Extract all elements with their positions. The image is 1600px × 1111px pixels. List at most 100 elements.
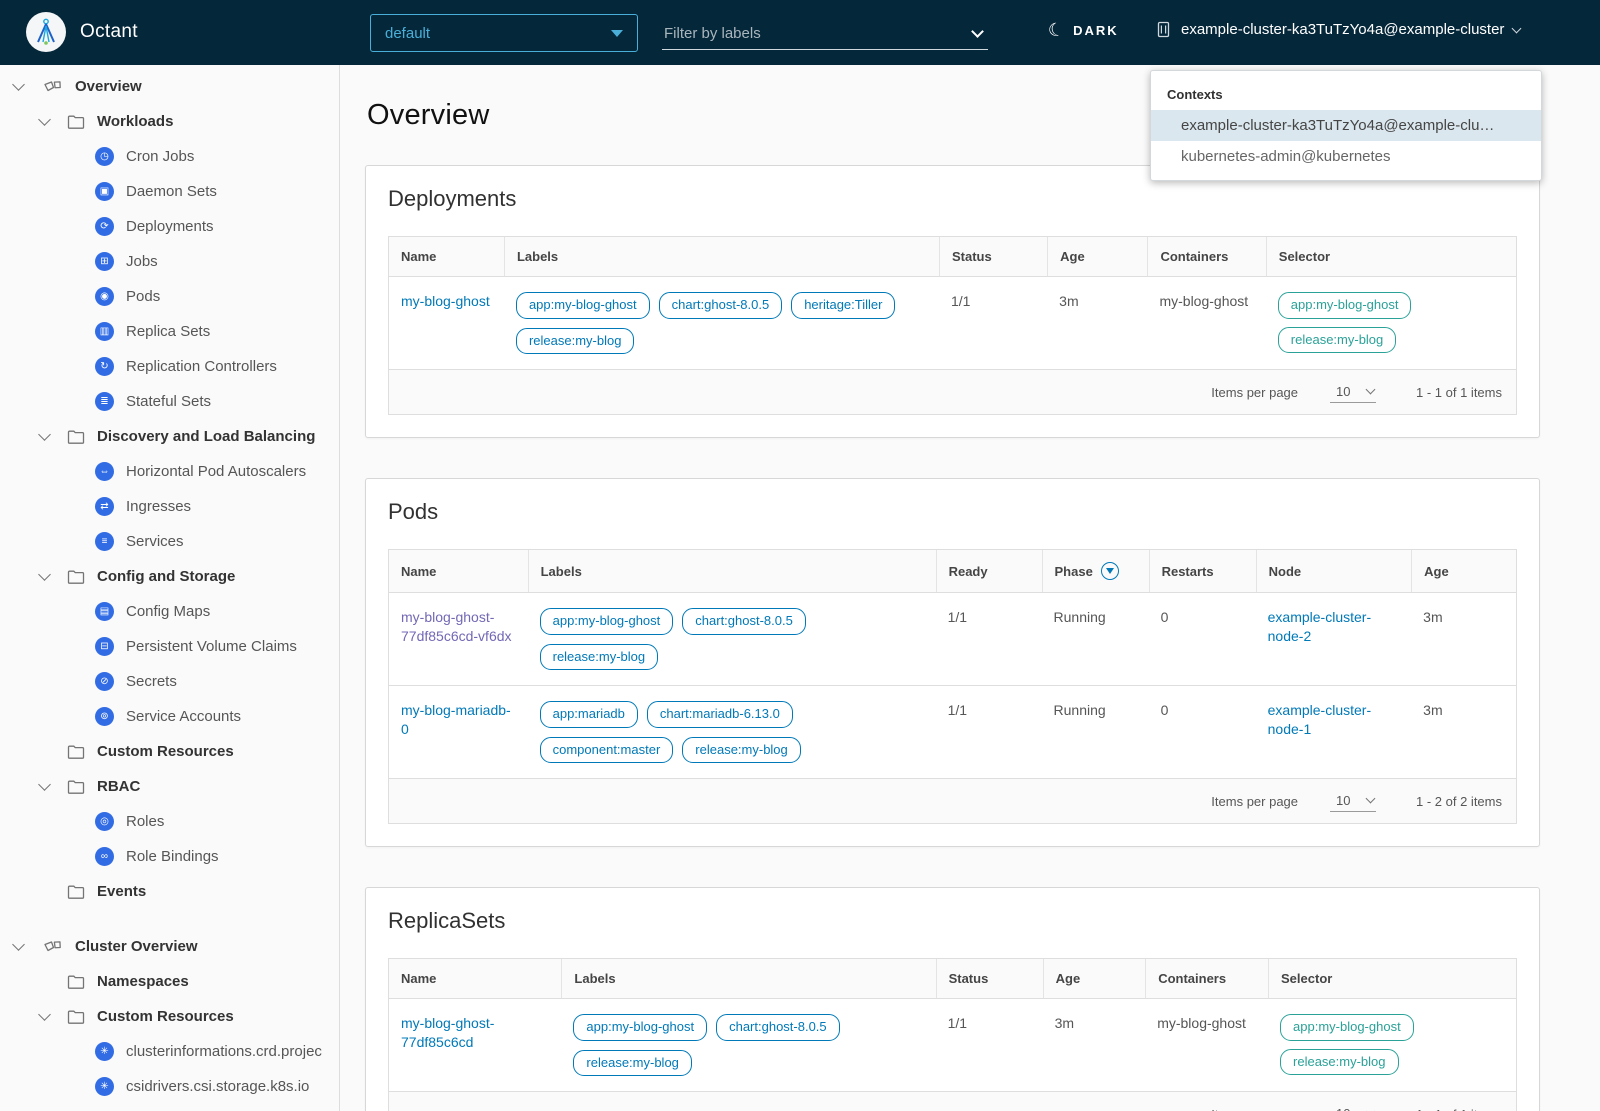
chevron-down-icon[interactable] xyxy=(38,1008,51,1021)
sidebar-item-custom-resources[interactable]: Custom Resources xyxy=(0,999,339,1034)
sidebar-item-cron-jobs[interactable]: ◷ Cron Jobs xyxy=(0,139,339,174)
sidebar-item-label: Replica Sets xyxy=(126,323,211,340)
page-size-select[interactable]: 10 xyxy=(1330,791,1377,812)
theme-toggle-label: DARK xyxy=(1073,22,1119,38)
page-size-select[interactable]: 10 xyxy=(1330,1104,1376,1111)
sidebar-item-deployments[interactable]: ⟳ Deployments xyxy=(0,209,339,244)
caret-down-icon xyxy=(611,29,623,37)
sidebar-item-horizontal-pod-autoscalers[interactable]: ⇔ Horizontal Pod Autoscalers xyxy=(0,454,339,489)
sidebar-item-jobs[interactable]: ⊞ Jobs xyxy=(0,244,339,279)
column-header-labels: Labels xyxy=(503,237,939,276)
chevron-down-icon xyxy=(1365,384,1376,395)
cell-text: 1/1 xyxy=(947,1015,968,1032)
label-pill[interactable]: chart:ghost-8.0.5 xyxy=(716,1014,840,1041)
context-switcher-button[interactable]: example-cluster-ka3TuTzYo4a@example-clus… xyxy=(1155,21,1522,38)
label-pill[interactable]: app:mariadb xyxy=(539,701,638,728)
label-pill[interactable]: release:my-blog xyxy=(539,643,659,671)
deployments-icon: ⟳ xyxy=(95,217,114,236)
page-size-select[interactable]: 10 xyxy=(1330,382,1377,403)
sidebar-item-config-and-storage[interactable]: Config and Storage xyxy=(0,559,339,594)
octant-logo-icon xyxy=(26,12,66,52)
label-pill[interactable]: release:my-blog xyxy=(515,327,635,355)
chevron-down-icon[interactable] xyxy=(12,78,25,91)
filter-by-labels-input[interactable]: Filter by labels xyxy=(662,18,988,50)
resource-link[interactable]: example-cluster-node-1 xyxy=(1268,702,1371,737)
sidebar-item-custom-resources[interactable]: Custom Resources xyxy=(0,734,339,769)
sidebar-item-label: Service Accounts xyxy=(126,708,242,725)
sidebar-item-events[interactable]: Events xyxy=(0,874,339,909)
chevron-down-icon[interactable] xyxy=(38,113,51,126)
sidebar-item-rbac[interactable]: RBAC xyxy=(0,769,339,804)
labels-list: app:mariadb chart:mariadb-6.13.0 component… xyxy=(539,701,924,764)
sidebar-item-ingresses[interactable]: ⇄ Ingresses xyxy=(0,489,339,524)
label-pill[interactable]: app:my-blog-ghost xyxy=(515,292,650,319)
label-pill[interactable]: app:my-blog-ghost xyxy=(539,608,674,635)
sidebar-item-discovery-and-load-balancing[interactable]: Discovery and Load Balancing xyxy=(0,419,339,454)
label-pill[interactable]: chart:ghost-8.0.5 xyxy=(658,292,783,319)
deployments-card: Deployments Name Labels Status Age Containers… xyxy=(365,165,1540,439)
column-header-label: Ready xyxy=(948,563,988,579)
context-option[interactable]: example-cluster-ka3TuTzYo4a@example-clu… xyxy=(1151,110,1541,141)
page-size-value: 10 xyxy=(1336,792,1351,808)
column-header-labels: Labels xyxy=(561,959,935,999)
chevron-down-icon[interactable] xyxy=(38,428,51,441)
context-option[interactable]: kubernetes-admin@kubernetes xyxy=(1151,141,1541,172)
chevron-down-icon[interactable] xyxy=(971,25,984,38)
table-cell: my-blog-ghost xyxy=(389,277,504,369)
theme-toggle-button[interactable]: ☾ DARK xyxy=(1046,19,1119,42)
sidebar-item-pods[interactable]: ◉ Pods xyxy=(0,279,339,314)
jobs-icon: ⊞ xyxy=(95,252,114,271)
namespace-select[interactable]: default xyxy=(370,14,638,52)
sidebar-item-secrets[interactable]: ⊘ Secrets xyxy=(0,664,339,699)
resource-link[interactable]: my-blog-ghost-77df85c6cd xyxy=(401,1015,494,1050)
sidebar-item-overview[interactable]: Overview xyxy=(0,69,339,104)
sidebar-item-csidrivers-csi-storage-k8s-io[interactable]: ✳ csidrivers.csi.storage.k8s.io xyxy=(0,1069,339,1104)
resource-link[interactable]: my-blog-mariadb-0 xyxy=(401,702,511,737)
sidebar-item-clusterinformations-crd-projec[interactable]: ✳ clusterinformations.crd.projec xyxy=(0,1034,339,1069)
chevron-down-icon[interactable] xyxy=(38,568,51,581)
sidebar-item-label: Workloads xyxy=(97,113,174,130)
sidebar-item-replication-controllers[interactable]: ↻ Replication Controllers xyxy=(0,349,339,384)
sidebar-item-workloads[interactable]: Workloads xyxy=(0,104,339,139)
label-pill[interactable]: chart:mariadb-6.13.0 xyxy=(646,701,793,728)
sidebar-item-roles[interactable]: ◎ Roles xyxy=(0,804,339,839)
selector-pill: release:my-blog xyxy=(1280,1048,1399,1076)
column-header-label: Selector xyxy=(1281,971,1333,987)
sidebar-item-namespaces[interactable]: Namespaces xyxy=(0,964,339,999)
sidebar-item-cluster-overview[interactable]: Cluster Overview xyxy=(0,929,339,964)
resource-link[interactable]: my-blog-ghost-77df85c6cd-vf6dx xyxy=(401,609,512,644)
chevron-down-icon xyxy=(1365,793,1376,804)
chevron-down-icon[interactable] xyxy=(38,778,51,791)
resource-link[interactable]: example-cluster-node-2 xyxy=(1268,609,1371,644)
sidebar-item-config-maps[interactable]: ▤ Config Maps xyxy=(0,594,339,629)
filter-icon[interactable] xyxy=(1100,562,1119,581)
chevron-down-icon[interactable] xyxy=(12,938,25,951)
sidebar-item-label: Deployments xyxy=(126,218,214,235)
folder-icon xyxy=(67,114,85,130)
label-pill[interactable]: app:my-blog-ghost xyxy=(573,1014,708,1041)
table-cell: 0 xyxy=(1149,593,1256,685)
replica-sets-icon: ▥ xyxy=(95,322,114,341)
sidebar-item-service-accounts[interactable]: ⊚ Service Accounts xyxy=(0,699,339,734)
sidebar-item-daemon-sets[interactable]: ▣ Daemon Sets xyxy=(0,174,339,209)
label-pill[interactable]: release:my-blog xyxy=(682,736,801,764)
sidebar-item-stateful-sets[interactable]: ≣ Stateful Sets xyxy=(0,384,339,419)
sidebar-item-replica-sets[interactable]: ▥ Replica Sets xyxy=(0,314,339,349)
resource-link[interactable]: my-blog-ghost xyxy=(401,293,490,309)
table-cell: app:my-blog-ghost chart:ghost-8.0.5 releas… xyxy=(528,593,936,685)
table-cell: my-blog-ghost xyxy=(1147,277,1265,369)
label-pill[interactable]: heritage:Tiller xyxy=(791,292,896,319)
label-pill[interactable]: component:master xyxy=(539,736,674,764)
sidebar-item-label: Daemon Sets xyxy=(126,183,217,200)
cell-text: 0 xyxy=(1160,702,1169,719)
cell-text: 3m xyxy=(1423,609,1443,626)
label-pill[interactable]: chart:ghost-8.0.5 xyxy=(682,608,806,635)
objects-icon xyxy=(43,938,63,956)
sidebar-item-role-bindings[interactable]: ∞ Role Bindings xyxy=(0,839,339,874)
sidebar-item-label: Events xyxy=(97,883,147,900)
cell-text: 1/1 xyxy=(950,293,971,309)
label-pill[interactable]: release:my-blog xyxy=(573,1049,692,1077)
sidebar-item-persistent-volume-claims[interactable]: ⊟ Persistent Volume Claims xyxy=(0,629,339,664)
sidebar-item-services[interactable]: ≡ Services xyxy=(0,524,339,559)
labels-list: app:my-blog-ghost chart:ghost-8.0.5 herita… xyxy=(515,292,927,355)
